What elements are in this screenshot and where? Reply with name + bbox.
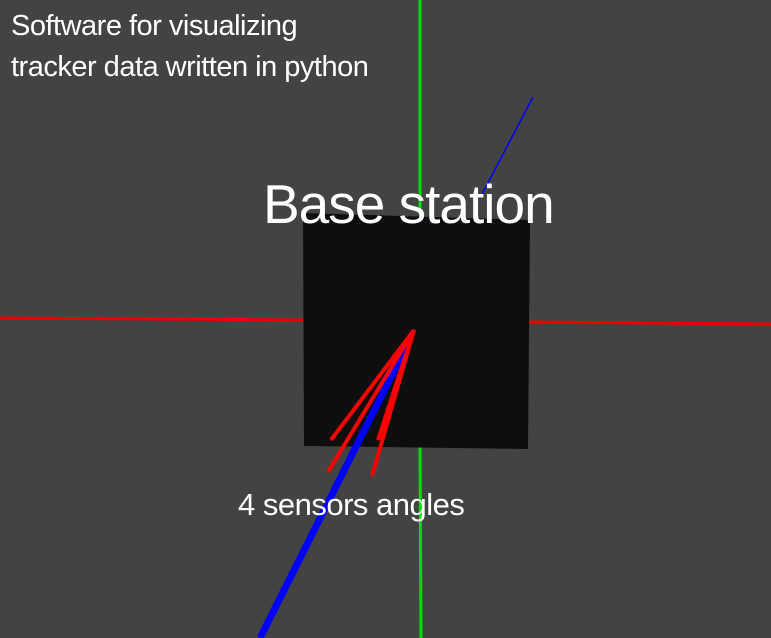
base-station-box[interactable] (303, 213, 530, 449)
scene-canvas[interactable] (0, 0, 771, 638)
description-caption: Software for visualizing tracker data wr… (11, 6, 369, 88)
3d-viewport[interactable]: Software for visualizing tracker data wr… (0, 0, 771, 638)
x-axis-line-left (0, 316, 311, 322)
x-axis-line-right (519, 320, 771, 326)
description-line-2: tracker data written in python (11, 51, 369, 83)
base-station-label: Base station (263, 173, 555, 235)
sensors-angles-label: 4 sensors angles (238, 487, 465, 522)
y-axis-line-bottom (418, 439, 423, 638)
description-line-1: Software for visualizing (11, 10, 298, 42)
